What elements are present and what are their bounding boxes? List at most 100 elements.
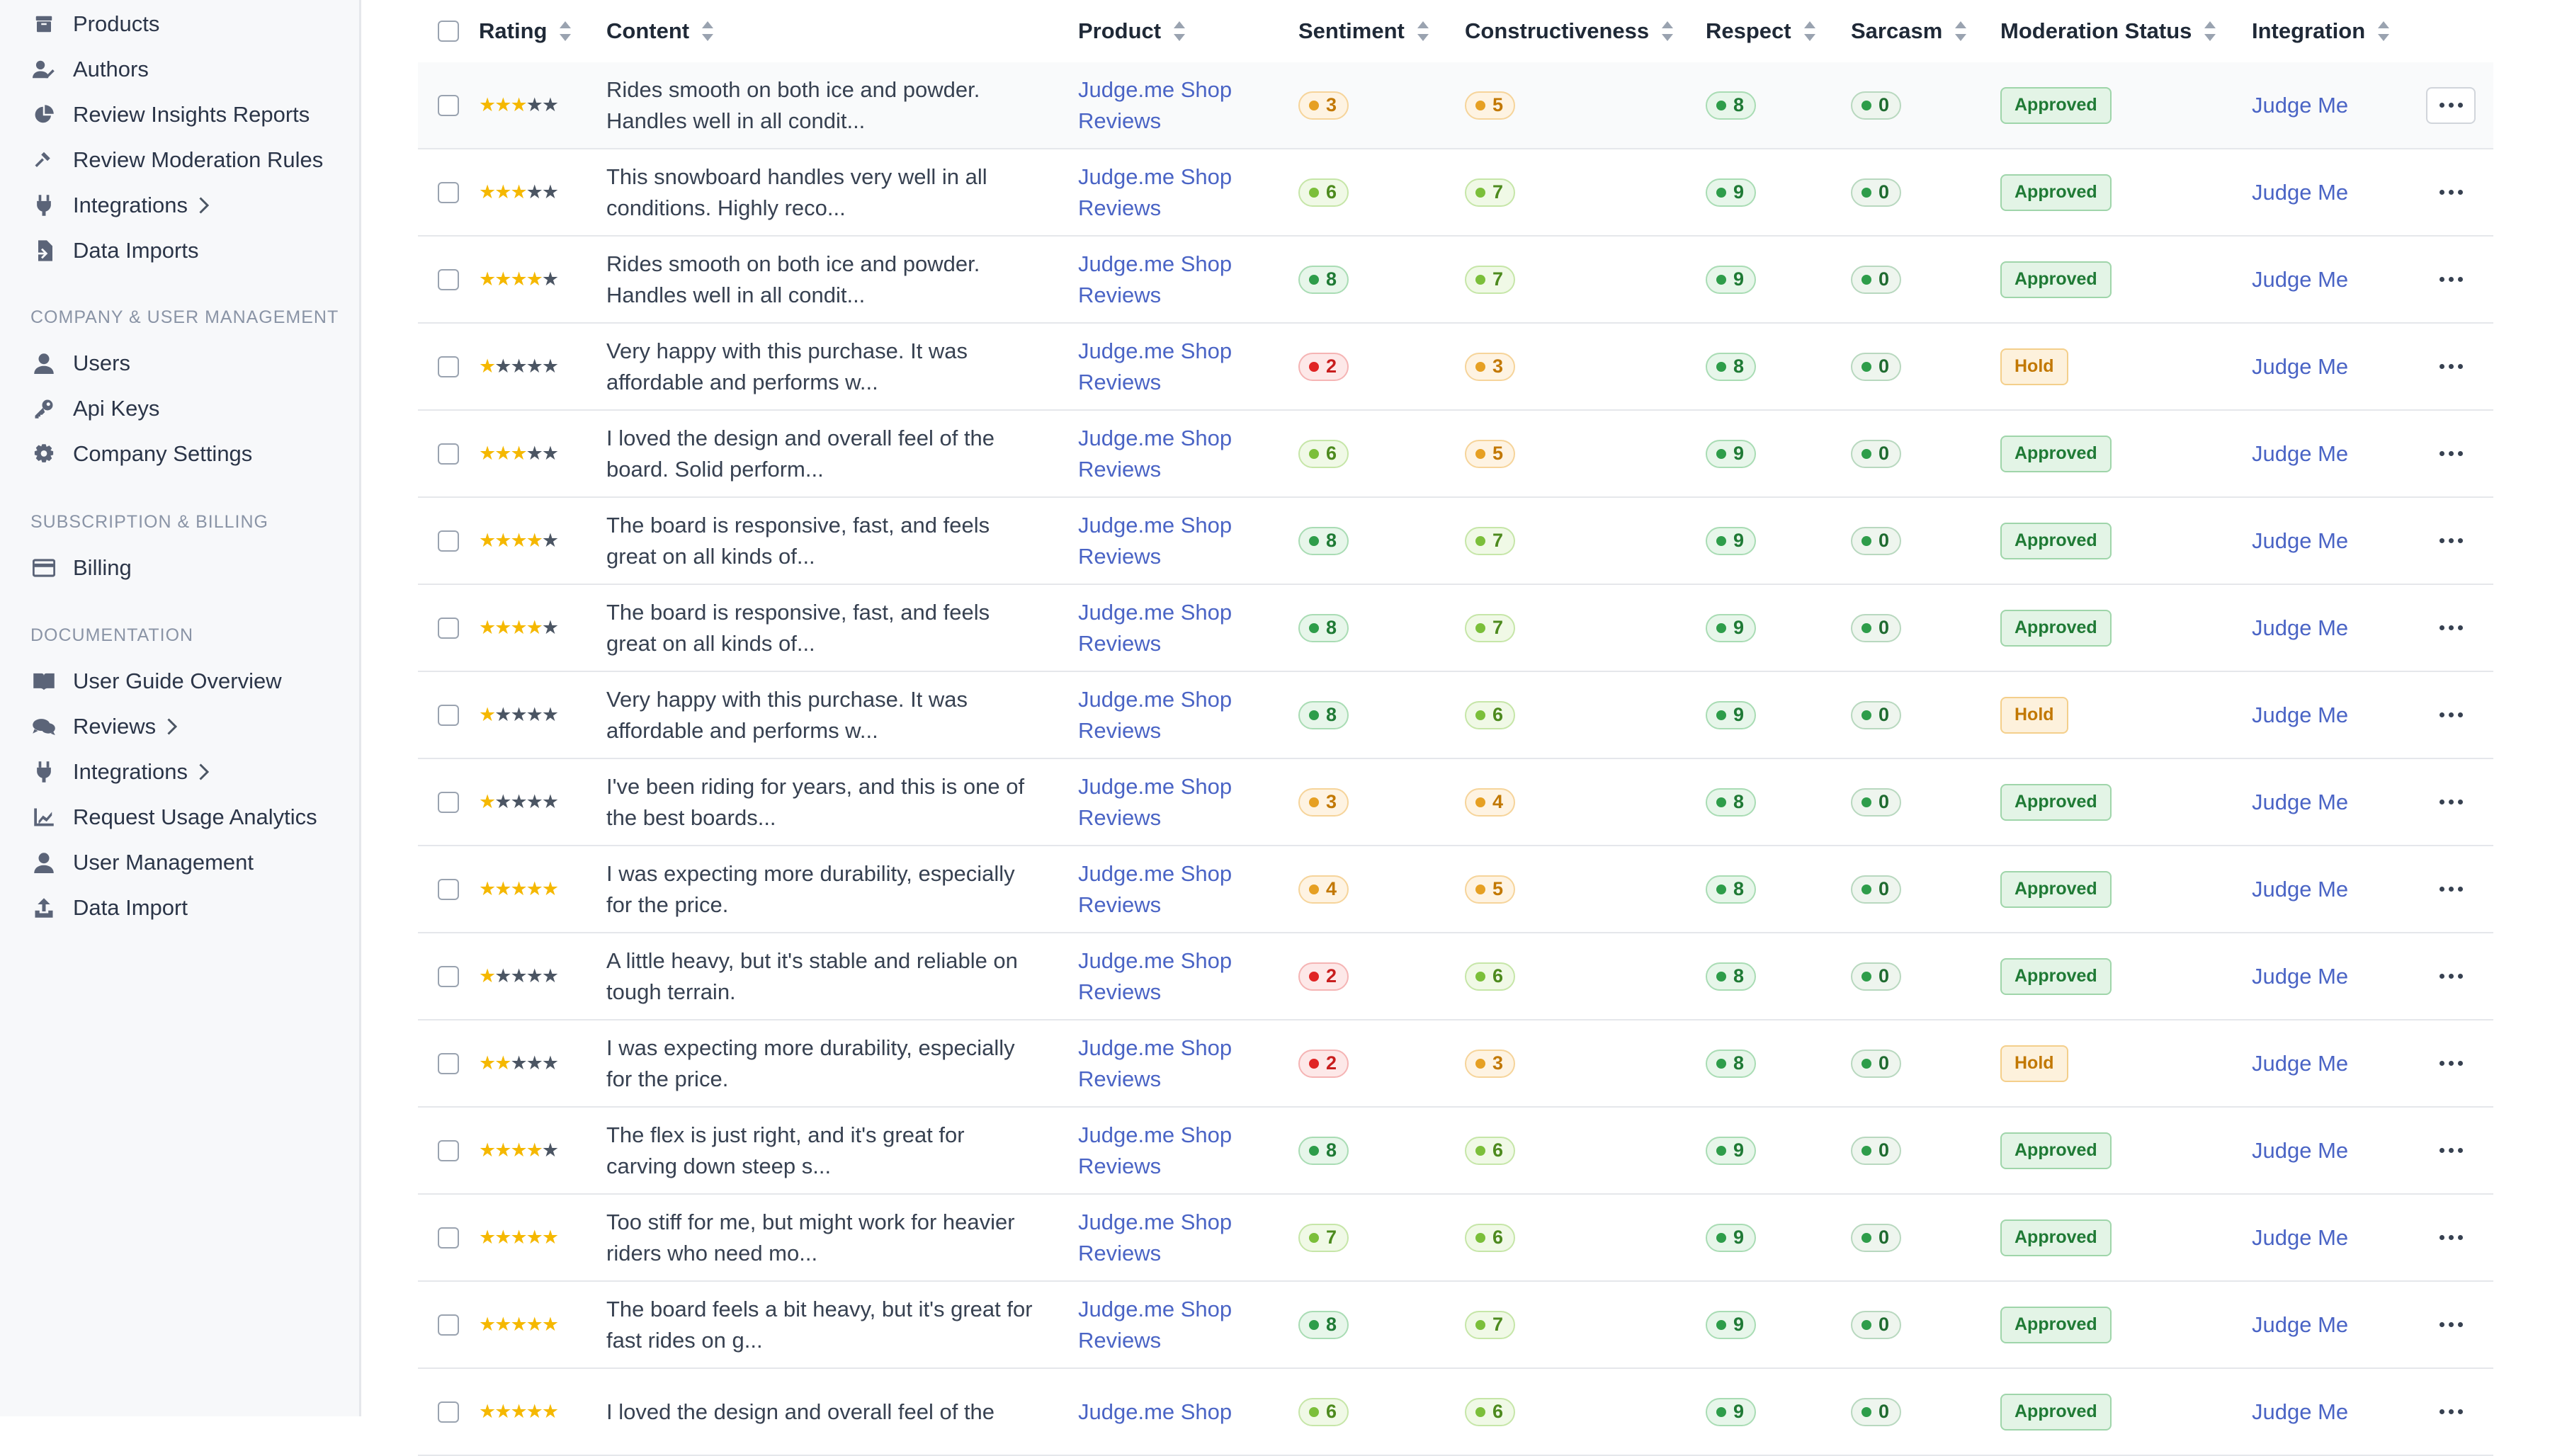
header-respect[interactable]: Respect (1706, 0, 1817, 62)
more-actions-button[interactable] (2426, 86, 2476, 124)
row-checkbox[interactable] (438, 704, 459, 726)
product-link-line[interactable]: Reviews (1078, 715, 1276, 746)
sort-icon[interactable] (558, 20, 572, 42)
product-cell[interactable]: Judge.me Shop Reviews (1078, 933, 1276, 1019)
sort-icon[interactable] (1172, 20, 1186, 42)
product-link-line[interactable]: Judge.me Shop (1078, 249, 1276, 280)
product-cell[interactable]: Judge.me Shop Reviews (1078, 759, 1276, 845)
table-row[interactable]: ★ ★ ★ ★ ★ Rides smooth on both ice and powder… (418, 237, 2493, 324)
product-cell[interactable]: Judge.me Shop Reviews (1078, 411, 1276, 496)
product-cell[interactable]: Judge.me Shop Reviews (1078, 1282, 1276, 1367)
row-checkbox[interactable] (438, 1139, 459, 1161)
product-link-line[interactable]: Reviews (1078, 1325, 1276, 1356)
table-row[interactable]: ★ ★ ★ ★ ★ Too stiff for me, but might work fo… (418, 1195, 2493, 1282)
more-actions-button[interactable] (2426, 523, 2476, 559)
more-actions-button[interactable] (2426, 1045, 2476, 1082)
table-row[interactable]: ★ ★ ★ ★ ★ I was expecting more durability, es… (418, 1020, 2493, 1108)
table-row[interactable]: ★ ★ ★ ★ ★ Very happy with this purchase. It w… (418, 672, 2493, 759)
integration-link[interactable]: Judge Me (2252, 267, 2348, 292)
sort-icon[interactable] (1660, 20, 1674, 42)
product-cell[interactable]: Judge.me Shop Reviews (1078, 1195, 1276, 1280)
table-row[interactable]: ★ ★ ★ ★ ★ The flex is just right, and it's gr… (418, 1108, 2493, 1195)
more-actions-button[interactable] (2426, 174, 2476, 211)
more-actions-button[interactable] (2426, 1132, 2476, 1169)
table-row[interactable]: ★ ★ ★ ★ ★ A little heavy, but it's stable and… (418, 933, 2493, 1020)
sort-icon[interactable] (1803, 20, 1817, 42)
more-actions-button[interactable] (2426, 261, 2476, 298)
integration-link[interactable]: Judge Me (2252, 441, 2348, 467)
product-link-line[interactable]: Judge.me Shop (1078, 858, 1276, 889)
table-row[interactable]: ★ ★ ★ ★ ★ The board is responsive, fast, and … (418, 585, 2493, 672)
row-checkbox[interactable] (438, 791, 459, 813)
table-row[interactable]: ★ ★ ★ ★ ★ The board feels a bit heavy, but it… (418, 1282, 2493, 1369)
header-product[interactable]: Product (1078, 0, 1186, 62)
product-link-line[interactable]: Reviews (1078, 367, 1276, 398)
sort-icon[interactable] (2376, 20, 2391, 42)
sort-icon[interactable] (1416, 20, 1430, 42)
sidebar-item-data-imports[interactable]: Data Imports (0, 228, 361, 273)
product-link-line[interactable]: Reviews (1078, 977, 1276, 1008)
row-checkbox[interactable] (438, 1401, 459, 1423)
sidebar-item-review-insights-reports[interactable]: Review Insights Reports (0, 92, 361, 137)
product-link-line[interactable]: Judge.me Shop (1078, 336, 1276, 367)
product-link-line[interactable]: Judge.me Shop (1078, 510, 1276, 541)
product-link-line[interactable]: Reviews (1078, 1064, 1276, 1095)
table-row[interactable]: ★ ★ ★ ★ ★ I loved the design and overall feel… (418, 411, 2493, 498)
product-cell[interactable]: Judge.me Shop (1078, 1369, 1276, 1455)
product-cell[interactable]: Judge.me Shop Reviews (1078, 672, 1276, 758)
sidebar-item-data-import[interactable]: Data Import (0, 885, 361, 931)
product-link-line[interactable]: Reviews (1078, 802, 1276, 834)
row-checkbox[interactable] (438, 878, 459, 900)
more-actions-button[interactable] (2426, 1307, 2476, 1343)
product-cell[interactable]: Judge.me Shop Reviews (1078, 149, 1276, 235)
integration-link[interactable]: Judge Me (2252, 615, 2348, 641)
product-link-line[interactable]: Judge.me Shop (1078, 423, 1276, 454)
product-link-line[interactable]: Reviews (1078, 889, 1276, 921)
product-link-line[interactable]: Judge.me Shop (1078, 1397, 1276, 1428)
integration-link[interactable]: Judge Me (2252, 964, 2348, 989)
row-checkbox[interactable] (438, 443, 459, 465)
chevron-right-icon[interactable] (198, 197, 213, 214)
header-constructiveness[interactable]: Constructiveness (1465, 0, 1674, 62)
sidebar-item-company-settings[interactable]: Company Settings (0, 431, 361, 477)
sidebar-item-request-usage-analytics[interactable]: Request Usage Analytics (0, 795, 361, 840)
table-row[interactable]: ★ ★ ★ ★ ★ Rides smooth on both ice and powder… (418, 62, 2493, 149)
integration-link[interactable]: Judge Me (2252, 180, 2348, 205)
product-link-line[interactable]: Reviews (1078, 454, 1276, 485)
integration-link[interactable]: Judge Me (2252, 1399, 2348, 1425)
header-content[interactable]: Content (606, 0, 715, 62)
integration-link[interactable]: Judge Me (2252, 1051, 2348, 1076)
sidebar-item-reviews[interactable]: Reviews (0, 704, 361, 749)
row-checkbox[interactable] (438, 617, 459, 639)
product-cell[interactable]: Judge.me Shop Reviews (1078, 1108, 1276, 1193)
header-rating[interactable]: Rating (479, 0, 572, 62)
more-actions-button[interactable] (2426, 1219, 2476, 1256)
row-checkbox[interactable] (438, 356, 459, 377)
sidebar-item-user-management[interactable]: User Management (0, 840, 361, 885)
product-link-line[interactable]: Reviews (1078, 1238, 1276, 1269)
more-actions-button[interactable] (2426, 784, 2476, 821)
table-row[interactable]: ★ ★ ★ ★ ★ I was expecting more durability, es… (418, 846, 2493, 933)
row-checkbox[interactable] (438, 94, 459, 116)
sidebar-item-user-guide-overview[interactable]: User Guide Overview (0, 659, 361, 704)
product-link-line[interactable]: Reviews (1078, 106, 1276, 137)
product-link-line[interactable]: Judge.me Shop (1078, 74, 1276, 106)
table-row[interactable]: ★ ★ ★ ★ ★ This snowboard handles very well in… (418, 149, 2493, 237)
integration-link[interactable]: Judge Me (2252, 528, 2348, 554)
product-link-line[interactable]: Reviews (1078, 280, 1276, 311)
chevron-right-icon[interactable] (166, 718, 181, 735)
product-link-line[interactable]: Judge.me Shop (1078, 1294, 1276, 1325)
integration-link[interactable]: Judge Me (2252, 1138, 2348, 1164)
sidebar-item-integrations[interactable]: Integrations (0, 749, 361, 795)
product-link-line[interactable]: Reviews (1078, 1151, 1276, 1182)
table-row[interactable]: ★ ★ ★ ★ ★ I loved the design and overall feel… (418, 1369, 2493, 1456)
integration-link[interactable]: Judge Me (2252, 354, 2348, 380)
more-actions-button[interactable] (2426, 1394, 2476, 1431)
header-integration[interactable]: Integration (2252, 0, 2391, 62)
integration-link[interactable]: Judge Me (2252, 93, 2348, 118)
header-sarcasm[interactable]: Sarcasm (1851, 0, 1968, 62)
product-link-line[interactable]: Judge.me Shop (1078, 945, 1276, 977)
product-link-line[interactable]: Judge.me Shop (1078, 1033, 1276, 1064)
product-link-line[interactable]: Reviews (1078, 541, 1276, 572)
more-actions-button[interactable] (2426, 610, 2476, 647)
